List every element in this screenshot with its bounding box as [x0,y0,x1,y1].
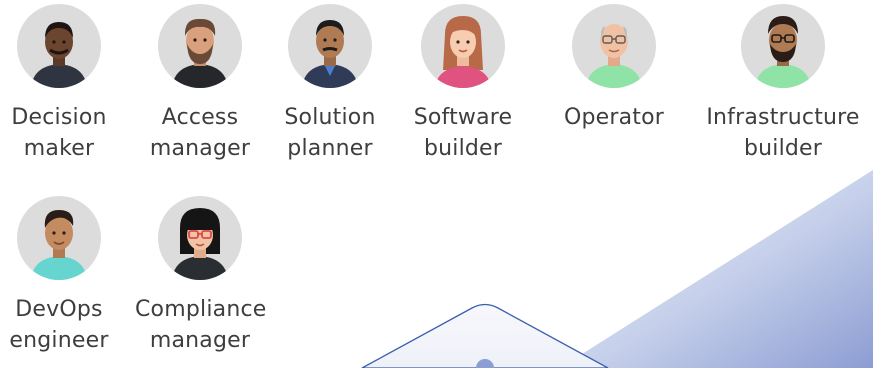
persona-label-line1: DevOps [15,297,103,322]
persona-label-line1: Compliance [135,297,267,322]
gradient-band-shape [560,170,873,368]
persona-label-line1: Software [413,105,513,130]
persona-label-line2: builder [743,136,823,161]
persona-label-line1: Access [161,105,239,130]
persona-label-line2: maker [23,136,95,161]
decision-maker-avatar-icon [17,4,101,88]
solution-planner-avatar-icon [288,4,372,88]
persona-solution-planner[interactable]: Solution planner [265,4,395,164]
devops-engineer-avatar-icon [17,196,101,280]
diamond-card-shape [361,303,609,368]
persona-software-builder[interactable]: Software builder [398,4,528,164]
persona-operator[interactable]: Operator [549,4,679,133]
infrastructure-builder-avatar-icon [741,4,825,88]
persona-label-line2: planner [287,136,373,161]
access-manager-avatar-icon [158,4,242,88]
persona-label-line2: engineer [9,328,109,353]
persona-label-line1: Solution [284,105,376,130]
persona-label-line1: Decision [11,105,107,130]
persona-label-line2: builder [423,136,503,161]
software-builder-avatar-icon [421,4,505,88]
persona-label-line2: manager [149,328,251,353]
operator-avatar-icon [572,4,656,88]
persona-access-manager[interactable]: Access manager [135,4,265,164]
persona-label-line2: manager [149,136,251,161]
persona-infrastructure-builder[interactable]: Infrastructure builder [693,4,873,164]
persona-devops-engineer[interactable]: DevOps engineer [0,196,124,356]
persona-label-line1: Operator [563,105,665,130]
persona-label-line1: Infrastructure [706,105,860,130]
persona-decision-maker[interactable]: Decision maker [0,4,124,164]
compliance-manager-avatar-icon [158,196,242,280]
persona-compliance-manager[interactable]: Compliance manager [135,196,267,356]
